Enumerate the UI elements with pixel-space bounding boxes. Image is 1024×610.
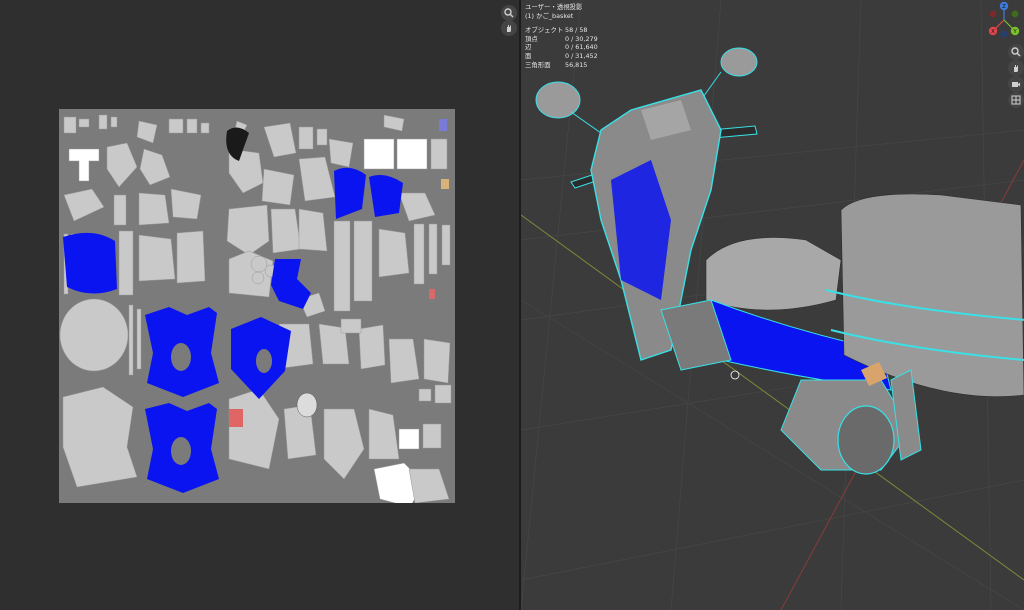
- scene-render: [521, 0, 1024, 610]
- camera-icon[interactable]: [1008, 76, 1024, 92]
- hand-icon[interactable]: [1008, 60, 1024, 76]
- uv-islands: [59, 114, 452, 508]
- view-mode-label: ユーザー・透視投影: [525, 3, 583, 11]
- hand-icon[interactable]: [501, 20, 517, 36]
- active-object-label: (1) かご_basket: [525, 11, 574, 20]
- gizmo-neg-y: [1011, 10, 1019, 18]
- stat-edges: 辺0 / 61,640: [525, 43, 598, 52]
- grid-icon[interactable]: [1008, 92, 1024, 108]
- navigation-gizmo[interactable]: Z X Y: [984, 0, 1024, 40]
- svg-text:X: X: [991, 29, 995, 35]
- stat-objects: オブジェクト 58 / 58: [525, 26, 588, 35]
- 3d-viewport[interactable]: ユーザー・透視投影 (1) かご_basket オブジェクト 58 / 58 頂点…: [521, 0, 1024, 610]
- viewport-info: ユーザー・透視投影 (1) かご_basket オブジェクト 58 / 58 頂点…: [525, 3, 598, 69]
- stat-triangles: 三角形面 56,815: [525, 60, 588, 69]
- svg-text:Z: Z: [1002, 4, 1006, 10]
- gizmo-neg-z: [1000, 30, 1008, 38]
- gizmo-neg-x: [989, 10, 997, 18]
- uv-texture-map[interactable]: [59, 109, 455, 508]
- stat-vertices: 頂点 0 / 30,279: [525, 34, 598, 43]
- stat-faces: 面0 / 31,452: [525, 51, 598, 60]
- magnifier-icon[interactable]: [501, 5, 517, 21]
- svg-text:Y: Y: [1012, 29, 1017, 35]
- magnifier-icon[interactable]: [1008, 44, 1024, 60]
- uv-editor-panel[interactable]: [0, 0, 519, 610]
